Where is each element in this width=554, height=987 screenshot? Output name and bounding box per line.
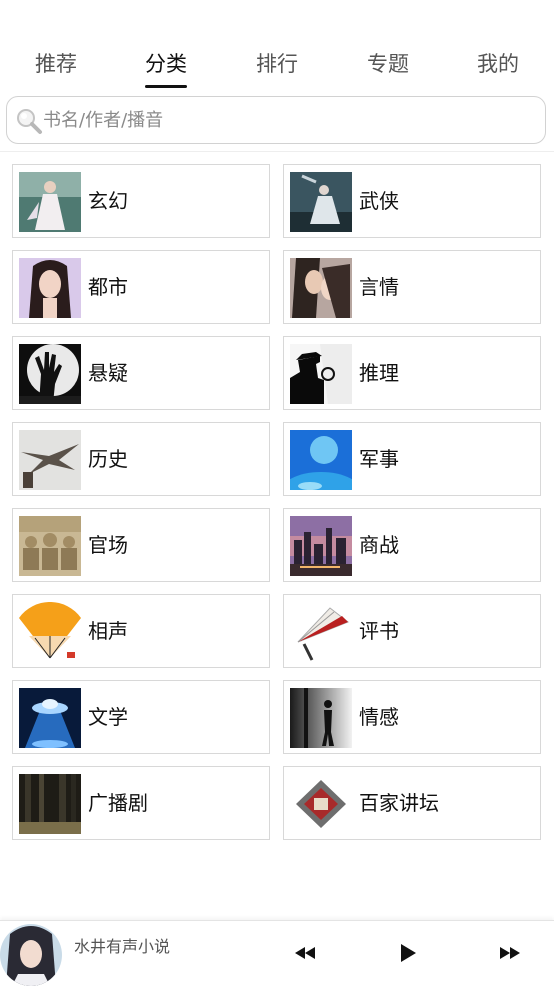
tab-category[interactable]: 分类 — [121, 48, 211, 88]
storytelling-fan-thumbnail — [290, 602, 352, 662]
lonely-figure-thumbnail — [290, 688, 352, 748]
search-icon — [15, 107, 43, 135]
category-dushi[interactable]: 都市 — [12, 250, 270, 324]
category-qinggan[interactable]: 情感 — [283, 680, 541, 754]
category-label: 商战 — [359, 533, 399, 557]
category-label: 军事 — [359, 447, 399, 471]
category-label: 情感 — [359, 705, 399, 729]
category-label: 文学 — [88, 705, 128, 729]
avatar[interactable] — [0, 924, 62, 986]
fantasy-woman-thumbnail — [19, 172, 81, 232]
category-label: 武侠 — [359, 189, 399, 213]
lecture-logo-thumbnail — [290, 774, 352, 834]
category-label: 官场 — [88, 533, 128, 557]
play-icon[interactable] — [393, 939, 423, 967]
category-junshi[interactable]: 军事 — [283, 422, 541, 496]
tab-topics[interactable]: 专题 — [343, 48, 433, 88]
martial-arts-thumbnail — [290, 172, 352, 232]
category-pingshu[interactable]: 评书 — [283, 594, 541, 668]
category-xiangsheng[interactable]: 相声 — [12, 594, 270, 668]
category-shangzhan[interactable]: 商战 — [283, 508, 541, 582]
category-label: 推理 — [359, 361, 399, 385]
warplane-thumbnail — [19, 430, 81, 490]
tab-mine[interactable]: 我的 — [453, 48, 543, 88]
category-label: 百家讲坛 — [359, 791, 439, 815]
romance-couple-thumbnail — [290, 258, 352, 318]
urban-girl-thumbnail — [19, 258, 81, 318]
category-wuxia[interactable]: 武侠 — [283, 164, 541, 238]
category-label: 都市 — [88, 275, 128, 299]
category-label: 相声 — [88, 619, 128, 643]
category-label: 玄幻 — [88, 189, 128, 213]
category-label: 评书 — [359, 619, 399, 643]
category-tuili[interactable]: 推理 — [283, 336, 541, 410]
search-input[interactable] — [43, 97, 533, 143]
category-label: 言情 — [359, 275, 399, 299]
detective-silhouette-thumbnail — [290, 344, 352, 404]
category-baijiajiangtan[interactable]: 百家讲坛 — [283, 766, 541, 840]
rewind-icon[interactable] — [291, 939, 321, 967]
fast-forward-icon[interactable] — [494, 939, 524, 967]
category-guanchang[interactable]: 官场 — [12, 508, 270, 582]
category-wenxue[interactable]: 文学 — [12, 680, 270, 754]
category-xuanhuan[interactable]: 玄幻 — [12, 164, 270, 238]
category-label: 历史 — [88, 447, 128, 471]
city-skyline-thumbnail — [290, 516, 352, 576]
top-tab-bar: 推荐 分类 排行 专题 我的 — [0, 0, 554, 92]
category-label: 悬疑 — [88, 361, 128, 385]
zombie-hand-moon-thumbnail — [19, 344, 81, 404]
crosstalk-fan-thumbnail — [19, 602, 81, 662]
dark-forest-thumbnail — [19, 774, 81, 834]
category-yanqing[interactable]: 言情 — [283, 250, 541, 324]
blue-planet-thumbnail — [290, 430, 352, 490]
mini-player: 水井有声小说 — [0, 920, 554, 987]
search-box[interactable] — [6, 96, 546, 144]
category-lishi[interactable]: 历史 — [12, 422, 270, 496]
player-title: 水井有声小说 — [74, 937, 171, 956]
tab-recommend[interactable]: 推荐 — [11, 48, 101, 88]
category-guangboju[interactable]: 广播剧 — [12, 766, 270, 840]
tab-ranking[interactable]: 排行 — [232, 48, 322, 88]
officials-group-thumbnail — [19, 516, 81, 576]
ufo-beam-thumbnail — [19, 688, 81, 748]
category-xuanyi[interactable]: 悬疑 — [12, 336, 270, 410]
category-label: 广播剧 — [88, 791, 148, 815]
divider — [0, 151, 554, 152]
